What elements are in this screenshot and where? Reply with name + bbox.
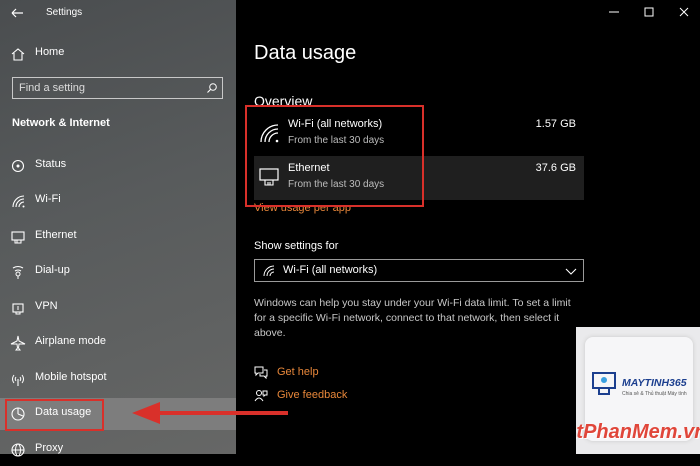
wifi-icon [12, 195, 25, 208]
search-icon[interactable] [206, 82, 218, 94]
network-rows-highlight [245, 105, 424, 207]
maximize-button[interactable] [637, 2, 661, 22]
network-dropdown[interactable]: Wi-Fi (all networks) [254, 259, 584, 282]
sidebar-item-label: Dial-up [35, 264, 70, 276]
watermark-brand: MAYTINH365 [622, 377, 687, 389]
brand-logo-icon [592, 372, 616, 395]
sidebar-item-label: Ethernet [35, 229, 77, 241]
watermark-logo: MAYTINH365 Chia sẻ & Thủ thuật Máy tính … [576, 327, 700, 454]
section-title: Network & Internet [12, 117, 110, 129]
sidebar-item-hotspot[interactable]: Mobile hotspot [0, 363, 236, 395]
home-icon [11, 48, 25, 61]
globe-icon [11, 443, 25, 457]
page-title: Data usage [254, 42, 357, 64]
sidebar-item-wifi[interactable]: Wi-Fi [0, 185, 236, 217]
sidebar-item-vpn[interactable]: VPN [0, 292, 236, 324]
airplane-icon [10, 335, 26, 351]
minimize-icon [609, 11, 619, 13]
sidebar-item-status[interactable]: Status [0, 150, 236, 182]
ethernet-icon [11, 231, 25, 244]
vpn-icon [12, 303, 24, 315]
status-icon [11, 159, 25, 173]
get-help-label: Get help [277, 366, 319, 378]
data-limit-description: Windows can help you stay under your Wi-… [254, 297, 571, 339]
sidebar-item-label: Airplane mode [35, 335, 106, 347]
back-arrow-icon [11, 8, 23, 18]
wifi-icon [263, 265, 275, 277]
minimize-button[interactable] [602, 2, 626, 22]
sidebar-item-label: Proxy [35, 442, 64, 454]
sidebar-home[interactable]: Home [0, 38, 236, 70]
get-help-link[interactable]: Get help [254, 364, 374, 382]
close-icon [679, 7, 689, 17]
chevron-down-icon [565, 268, 577, 275]
help-icon [254, 366, 268, 379]
dialup-icon [12, 265, 24, 279]
back-button[interactable] [8, 4, 28, 22]
watermark-site: ThuThuatPhanMem.vn [576, 421, 700, 443]
close-button[interactable] [672, 2, 696, 22]
data-usage-highlight [5, 399, 104, 431]
sidebar-item-proxy[interactable]: Proxy [0, 434, 236, 466]
annotation-arrow-icon [132, 402, 288, 424]
sidebar-home-label: Home [35, 46, 65, 58]
network-usage-value: 1.57 GB [535, 118, 576, 130]
maximize-icon [644, 7, 654, 17]
network-usage-value: 37.6 GB [535, 162, 576, 174]
sidebar-item-ethernet[interactable]: Ethernet [0, 221, 236, 253]
sidebar-item-label: Status [35, 158, 67, 170]
sidebar-item-airplane[interactable]: Airplane mode [0, 327, 236, 359]
sidebar-item-label: Mobile hotspot [35, 371, 107, 383]
window-title: Settings [46, 7, 83, 18]
sidebar-item-dialup[interactable]: Dial-up [0, 256, 236, 288]
show-settings-label: Show settings for [254, 240, 339, 252]
search-input[interactable] [19, 80, 199, 96]
watermark-tagline: Chia sẻ & Thủ thuật Máy tính [622, 391, 687, 397]
hotspot-icon [12, 374, 24, 386]
search-box[interactable] [12, 77, 223, 99]
sidebar-item-label: Wi-Fi [35, 193, 61, 205]
sidebar: Settings Home Network & Internet Status … [0, 0, 236, 457]
sidebar-item-label: VPN [35, 300, 58, 312]
dropdown-selected-value: Wi-Fi (all networks) [283, 264, 378, 276]
